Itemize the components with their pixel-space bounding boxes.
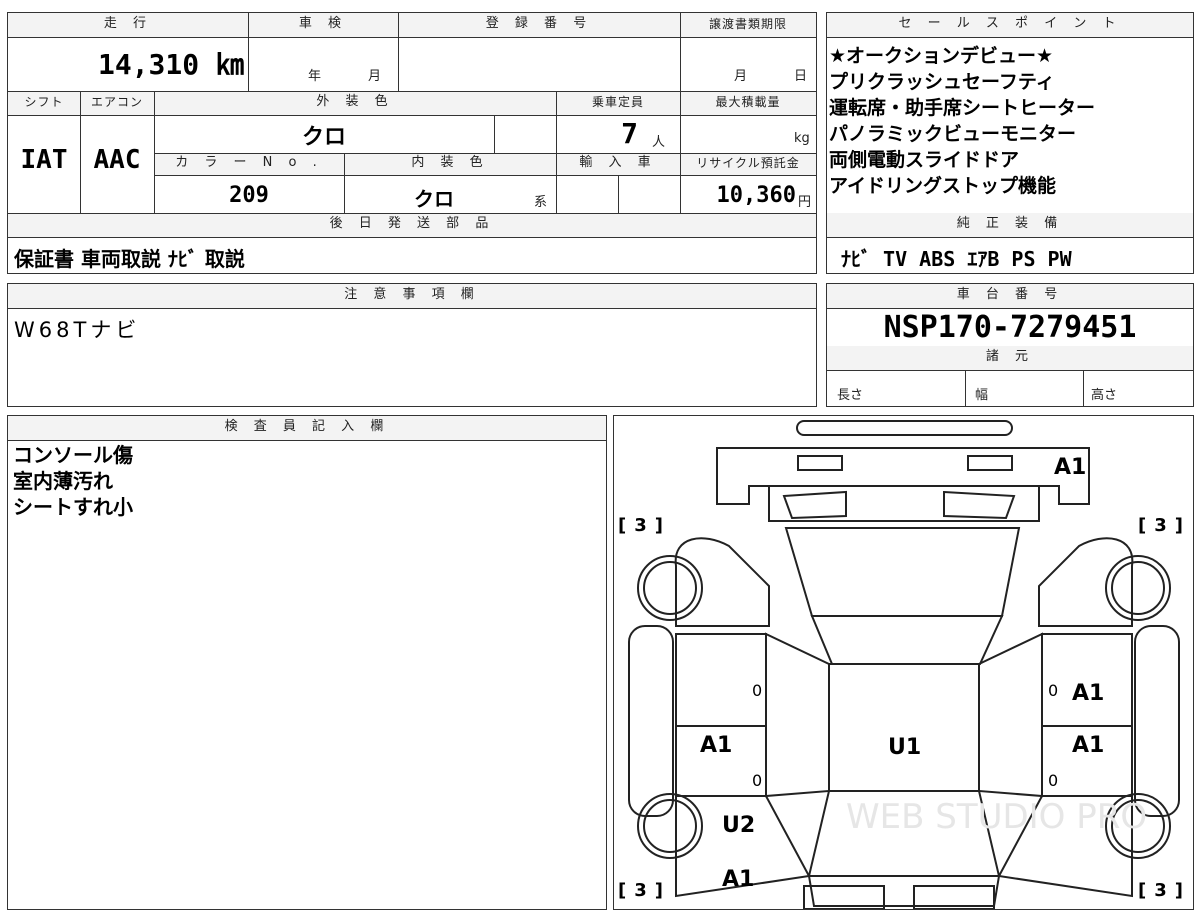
inspector-note: コンソール傷 [13,443,133,467]
inspector-header: 検 査 員 記 入 欄 [8,416,606,440]
inspector-note: 室内薄汚れ [13,469,113,493]
equipment-header: 純 正 装 備 [827,213,1193,237]
inspector-note: シートすれ小 [13,495,133,519]
inspector-notes: コンソール傷 室内薄汚れ シートすれ小 [13,442,133,520]
mark-left-slide-door: A1 [700,733,732,758]
interior-color-value: クロ [414,187,454,211]
specs-header: 諸 元 [827,346,1193,370]
aircon-header: エアコン [80,91,154,115]
shift-value: IAT [20,145,68,175]
zero-mark: 0 [1048,681,1058,700]
tire-tl-mark: [3] [618,515,663,536]
mark-right-slide-door: A1 [1072,733,1104,758]
damage-diagram-box: A1 A1 A1 A1 U1 U2 A1 [3] [3] [3] [3] 0 0… [613,415,1194,910]
interior-color-header: 内 装 色 [344,153,556,175]
shift-header: シフト [8,91,80,115]
max-load-unit: kg [794,131,810,146]
sales-points-box: セ ー ル ス ポ イ ン ト ★オークションデビュー★ プリクラッシュセーフテ… [826,12,1194,274]
max-load-header: 最大積載量 [680,91,816,115]
mark-rear-right: A1 [1054,455,1086,480]
import-header: 輸 入 車 [556,153,680,175]
spec-length: 長さ [837,388,864,403]
sales-point-item: 運転席・助手席シートヒーター [829,97,1096,119]
sales-points-header: セ ー ル ス ポ イ ン ト [827,13,1193,37]
recycle-fee-header: リサイクル預託金 [680,153,816,175]
vehicle-info-table: 走 行 車 検 登 録 番 号 譲渡書類期限 14,310 ㎞ 年 月 月 日 … [7,12,817,274]
inspector-box: 検 査 員 記 入 欄 コンソール傷 室内薄汚れ シートすれ小 [7,415,607,910]
chassis-value: NSP170-7279451 [883,310,1137,345]
watermark: WEB STUDIO PRO [846,797,1147,837]
mark-front-left: A1 [722,867,754,892]
equipment-value: ﾅﾋﾞ TV ABS ｴｱB PS PW [841,247,1072,271]
sales-point-item: ★オークションデビュー★ [829,45,1054,67]
mileage-value: 14,310 ㎞ [97,48,244,81]
notes-header: 注 意 事 項 欄 [8,284,816,308]
recycle-fee-value: 10,360 [716,183,796,208]
zero-mark: 0 [752,771,762,790]
sales-point-item: 両側電動スライドドア [829,149,1020,171]
color-no-value: 209 [229,183,269,208]
interior-color-suffix: 系 [534,195,548,210]
inspection-year: 年 [308,69,322,84]
zero-mark: 0 [1048,771,1058,790]
transfer-month: 月 [734,69,748,84]
spec-height: 高さ [1091,388,1118,403]
parts-later-value: 保証書 車両取説 ﾅﾋﾞ 取説 [14,247,245,271]
spec-width: 幅 [975,388,989,403]
mark-right-rear-door: A1 [1072,681,1104,706]
car-diagram: A1 A1 A1 A1 U1 U2 A1 [3] [3] [3] [3] 0 0… [618,420,1183,909]
notes-value: W68Tナビ [14,318,141,342]
capacity-value: 7 [621,117,638,150]
aircon-value: AAC [93,145,141,175]
tire-br-mark: [3] [1138,880,1183,901]
tire-tr-mark: [3] [1138,515,1183,536]
inspection-month: 月 [368,69,382,84]
recycle-fee-unit: 円 [798,195,812,210]
sales-points-list: ★オークションデビュー★ プリクラッシュセーフティ 運転席・助手席シートヒーター… [829,43,1191,199]
capacity-header: 乗車定員 [556,91,680,115]
registration-header: 登 録 番 号 [398,13,680,37]
color-no-header: カ ラ ー N o . [154,153,344,175]
exterior-color-header: 外 装 色 [154,91,556,115]
chassis-header: 車 台 番 号 [827,284,1193,308]
chassis-box: 車 台 番 号 NSP170-7279451 諸 元 長さ 幅 高さ [826,283,1194,407]
parts-later-header: 後 日 発 送 部 品 [8,213,816,237]
exterior-color-value: クロ [301,125,346,150]
notes-box: 注 意 事 項 欄 W68Tナビ [7,283,817,407]
zero-mark: 0 [752,681,762,700]
sales-point-item: パノラミックビューモニター [829,123,1077,145]
tire-bl-mark: [3] [618,880,663,901]
mark-left-front-fender: U2 [722,813,755,838]
inspection-header: 車 検 [248,13,398,37]
mark-roof: U1 [888,735,921,760]
transfer-deadline-header: 譲渡書類期限 [680,13,816,37]
capacity-unit: 人 [652,135,666,150]
transfer-day: 日 [794,69,808,84]
sales-point-item: アイドリングストップ機能 [829,175,1057,197]
sales-point-item: プリクラッシュセーフティ [829,71,1055,93]
mileage-header: 走 行 [8,13,248,37]
